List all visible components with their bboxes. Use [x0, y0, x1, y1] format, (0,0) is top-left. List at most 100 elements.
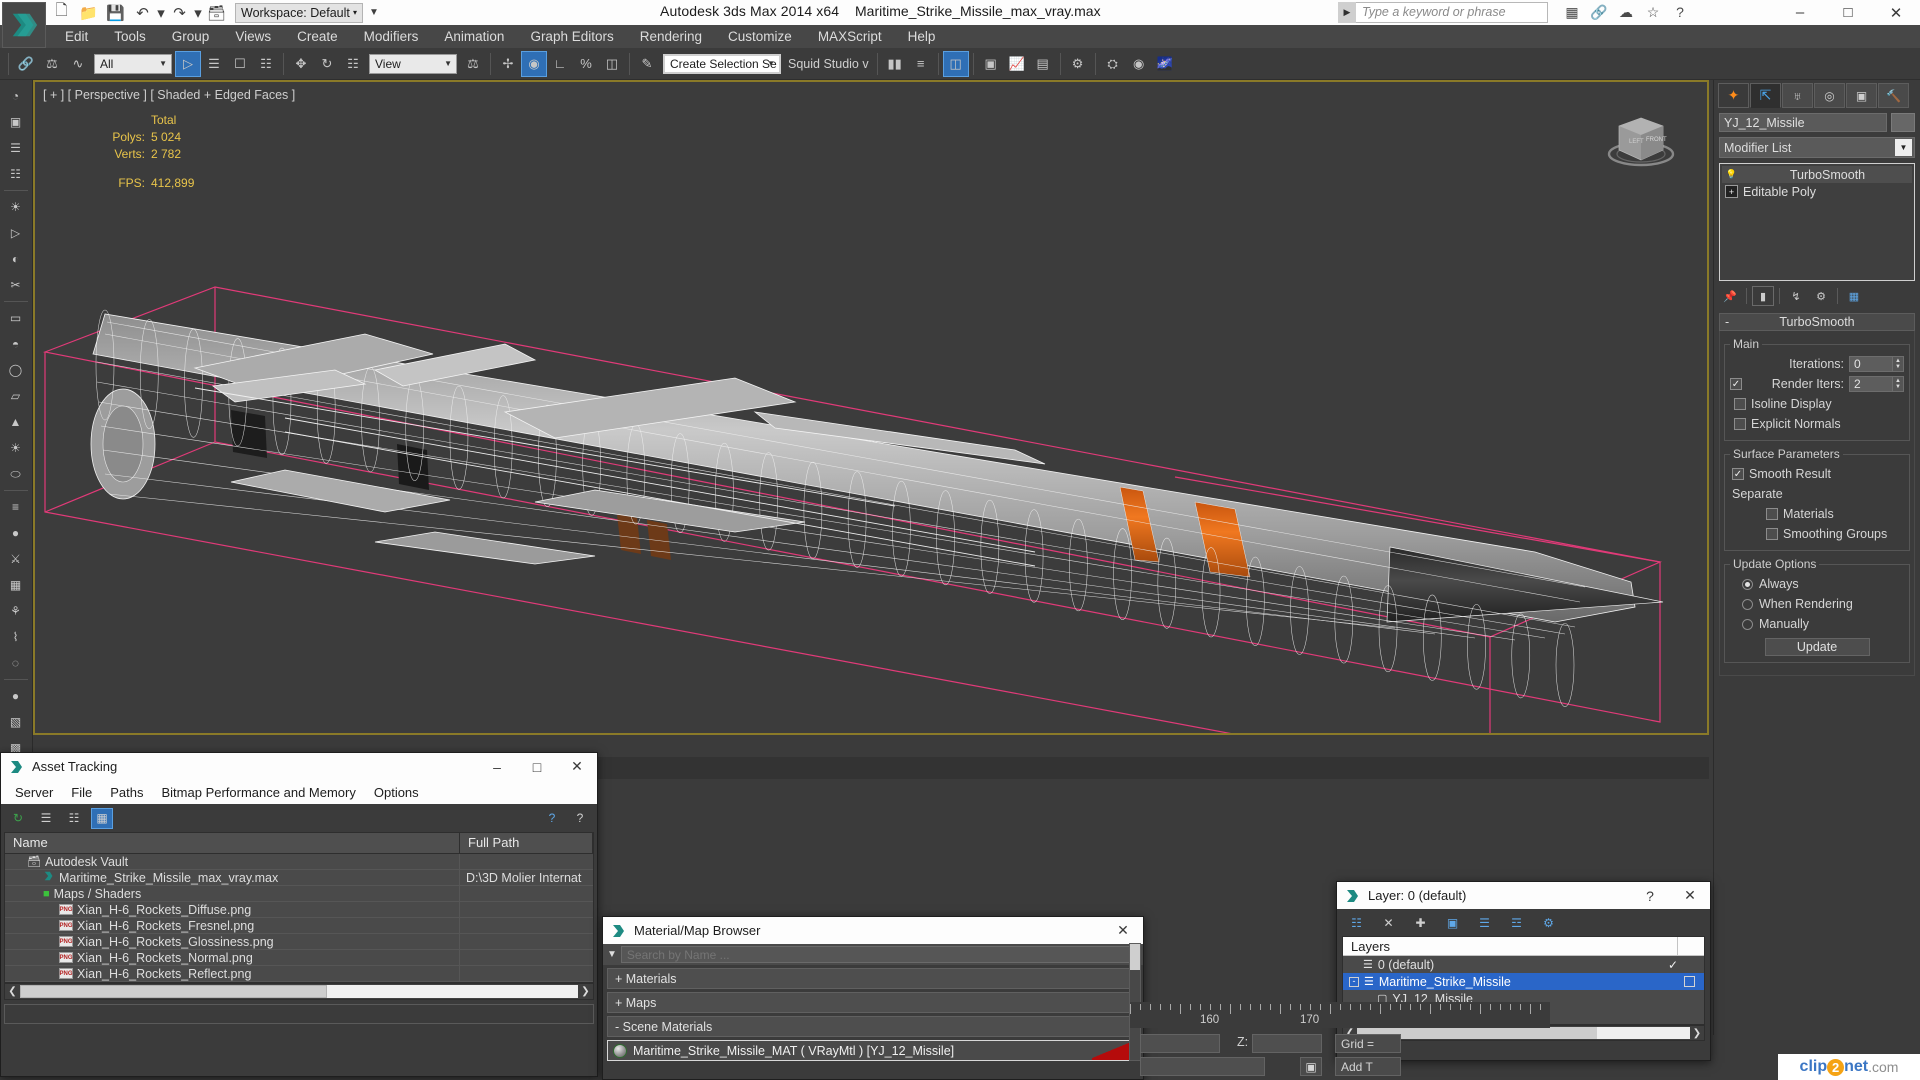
- percent-snap-toggle-icon[interactable]: %: [573, 51, 599, 77]
- menu-item-help[interactable]: Help: [895, 27, 949, 46]
- time-ruler[interactable]: 160 170: [1130, 1002, 1550, 1028]
- explicit-normals-row[interactable]: Explicit Normals: [1730, 414, 1904, 434]
- layer-manager-icon[interactable]: ◫: [942, 50, 969, 77]
- bulb-icon[interactable]: 💡: [1725, 168, 1738, 181]
- z-coordinate-field[interactable]: [1252, 1034, 1322, 1053]
- star-icon[interactable]: ☆: [1643, 2, 1663, 22]
- remove-modifier-icon[interactable]: ⚙: [1810, 286, 1832, 306]
- hscroll-thumb[interactable]: [20, 985, 327, 998]
- toggle-scene-explorer-icon[interactable]: ▣: [978, 51, 1004, 77]
- menu-item-tools[interactable]: Tools: [101, 27, 159, 46]
- radio-when-rendering[interactable]: [1742, 598, 1753, 610]
- asset-tracking-titlebar[interactable]: Asset Tracking – □ ✕: [1, 753, 597, 780]
- box-icon[interactable]: ▭: [0, 305, 31, 331]
- selection-filter-combo[interactable]: All ▼: [94, 53, 172, 74]
- materials-row[interactable]: Materials: [1730, 504, 1904, 524]
- menu-item-group[interactable]: Group: [159, 27, 223, 46]
- chevron-down-icon[interactable]: ▼: [444, 59, 452, 68]
- materials-checkbox[interactable]: [1766, 508, 1778, 520]
- render-setup-icon[interactable]: ⛭: [1100, 51, 1126, 77]
- save-file-icon[interactable]: 💾: [102, 2, 129, 24]
- sun-icon[interactable]: ☀: [0, 435, 31, 461]
- perspective-viewport[interactable]: [ + ] [ Perspective ] [ Shaded + Edged F…: [33, 80, 1709, 735]
- table-row[interactable]: PNG Xian_H-6_Rockets_Normal.png: [5, 950, 593, 966]
- chevron-down-icon[interactable]: ▼: [767, 59, 775, 68]
- create-tab[interactable]: ✦: [1718, 83, 1749, 108]
- chevron-down-icon[interactable]: ▼: [1895, 139, 1912, 156]
- rectangular-selection-region-icon[interactable]: ☐: [227, 51, 253, 77]
- sphere-light-icon[interactable]: ◐: [0, 246, 31, 272]
- asset-menu-paths[interactable]: Paths: [101, 783, 152, 802]
- layer-column-header[interactable]: Layers: [1343, 937, 1704, 956]
- asset-menu-server[interactable]: Server: [6, 783, 62, 802]
- fur-icon[interactable]: ≡: [0, 494, 31, 520]
- link-icon[interactable]: 🔗: [1589, 2, 1609, 22]
- maximize-button[interactable]: □: [1824, 0, 1872, 25]
- hierarchy-tab[interactable]: ♅: [1782, 83, 1813, 108]
- plus-box-icon[interactable]: +: [1725, 185, 1738, 198]
- menu-item-rendering[interactable]: Rendering: [627, 27, 715, 46]
- teapot-icon[interactable]: ◔: [0, 83, 31, 109]
- smooth-result-checkbox[interactable]: ✓: [1732, 468, 1744, 480]
- asset-menu-options[interactable]: Options: [365, 783, 428, 802]
- absolute-relative-toggle-icon[interactable]: ▣: [1300, 1057, 1322, 1076]
- unlink-selection-icon[interactable]: ⚖: [39, 51, 65, 77]
- edit-named-selection-sets-icon[interactable]: ✎: [634, 51, 660, 77]
- materials-section[interactable]: + Materials: [607, 968, 1139, 989]
- workspace-selector[interactable]: Workspace: Default ▾: [235, 2, 363, 23]
- object-color-swatch[interactable]: [1891, 113, 1915, 132]
- asset-tracking-grid[interactable]: Name Full Path 🗃 Autodesk Vault Maritime_S…: [4, 832, 594, 983]
- refresh-icon[interactable]: ↻: [7, 808, 29, 829]
- chevron-down-icon[interactable]: ▾: [353, 8, 357, 17]
- reference-coordinate-combo[interactable]: View ▼: [369, 53, 457, 74]
- table-row[interactable]: Maritime_Strike_Missile_max_vray.max D:\3…: [5, 870, 593, 886]
- add-selection-icon[interactable]: ✚: [1411, 913, 1430, 932]
- light-icon[interactable]: ☀: [0, 194, 31, 220]
- filter-dropdown-icon[interactable]: ▼: [607, 949, 617, 960]
- smoothing-groups-checkbox[interactable]: [1766, 528, 1778, 540]
- render-setup-icon[interactable]: ☰: [0, 135, 31, 161]
- object-name-input[interactable]: [1719, 113, 1887, 132]
- close-button[interactable]: ✕: [1872, 0, 1920, 25]
- smoothing-groups-row[interactable]: Smoothing Groups: [1730, 524, 1904, 544]
- list-view-icon[interactable]: ☰: [35, 808, 57, 829]
- vscroll-thumb[interactable]: [1130, 944, 1140, 970]
- x-coordinate-field[interactable]: [1140, 1034, 1220, 1053]
- render-frame-icon[interactable]: ▣: [0, 109, 31, 135]
- ellipse-icon[interactable]: ⬭: [0, 461, 31, 487]
- asset-menu-file[interactable]: File: [62, 783, 101, 802]
- maps-section[interactable]: + Maps: [607, 992, 1139, 1013]
- spinner-snap-toggle-icon[interactable]: ◫: [599, 51, 625, 77]
- scroll-left-icon[interactable]: ❮: [5, 986, 20, 997]
- frame-icon[interactable]: ▧: [0, 709, 31, 735]
- window-crossing-icon[interactable]: ☷: [253, 51, 279, 77]
- asset-grid-hscrollbar[interactable]: ❮ ❯: [4, 983, 594, 1000]
- new-file-icon[interactable]: 🗋: [48, 2, 75, 24]
- view-cube[interactable]: LEFT FRONT: [1601, 110, 1681, 180]
- hscroll-track[interactable]: [20, 985, 578, 998]
- named-selection-set-combo[interactable]: Create Selection Se ▼: [663, 53, 781, 74]
- menu-item-animation[interactable]: Animation: [431, 27, 517, 46]
- chevron-down-icon[interactable]: ▼: [159, 59, 167, 68]
- cloud-icon[interactable]: ☁: [1616, 2, 1636, 22]
- table-row[interactable]: PNG Xian_H-6_Rockets_Glossiness.png: [5, 934, 593, 950]
- align-icon[interactable]: ≡: [908, 51, 934, 77]
- display-tab[interactable]: ▣: [1846, 83, 1877, 108]
- table-row[interactable]: PNG Xian_H-6_Rockets_Reflect.png: [5, 966, 593, 982]
- scroll-right-icon[interactable]: ❯: [578, 986, 593, 997]
- menu-item-edit[interactable]: Edit: [52, 27, 101, 46]
- menu-item-modifiers[interactable]: Modifiers: [351, 27, 432, 46]
- bind-to-space-warp-icon[interactable]: ∿: [65, 51, 91, 77]
- render-iters-checkbox[interactable]: ✓: [1730, 378, 1742, 390]
- qat-more-icon[interactable]: ▼: [369, 7, 379, 18]
- select-link-icon[interactable]: 🔗: [13, 51, 39, 77]
- search-dropdown-icon[interactable]: ▶: [1338, 2, 1356, 23]
- modifier-stack-item-editable-poly[interactable]: + Editable Poly: [1722, 183, 1912, 200]
- capsule-icon[interactable]: ●: [0, 520, 31, 546]
- utilities-tab[interactable]: 🔨: [1878, 83, 1909, 108]
- missile-3d-model[interactable]: [35, 82, 1709, 735]
- tree-view-icon[interactable]: ☷: [63, 808, 85, 829]
- search-input[interactable]: Type a keyword or phrase: [1356, 2, 1548, 23]
- grid-icon[interactable]: ▦: [1562, 2, 1582, 22]
- pin-stack-icon[interactable]: 📌: [1719, 286, 1741, 306]
